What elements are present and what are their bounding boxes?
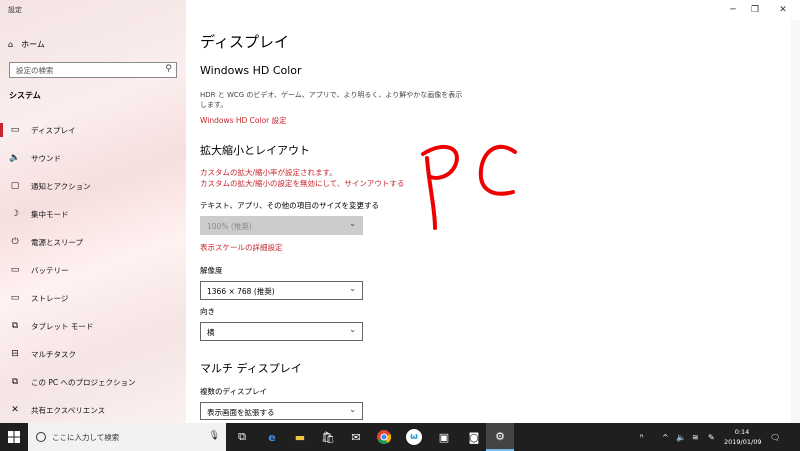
hd-color-settings-link[interactable]: Windows HD Color 設定	[200, 115, 287, 126]
tray-chevron-icon[interactable]: ^	[662, 423, 669, 451]
sidebar-list: ▭ ディスプレイ 🔈 サウンド ▢ 通知とアクション ☽ 集中モード ⏻ 電源とスリープ ▭ バッテリ…	[0, 116, 186, 424]
sidebar-item-label: ストレージ	[31, 293, 69, 303]
sidebar-item-power[interactable]: ⏻ 電源とスリープ	[0, 228, 186, 256]
search-placeholder: 設定の検索	[16, 66, 54, 75]
orientation-dropdown[interactable]: 横 ⌄	[200, 322, 363, 341]
resolution-label: 解像度	[200, 266, 223, 275]
main-content: ディスプレイ Windows HD Color HDR と WCG のビデオ、ゲ…	[200, 0, 790, 423]
sidebar-item-label: タブレット モード	[31, 321, 94, 331]
size-dropdown: 100% (推奨) ⌄	[200, 216, 363, 235]
windows-logo-icon	[8, 431, 20, 443]
sidebar-item-notification[interactable]: ▢ 通知とアクション	[0, 172, 186, 200]
sidebar-item-tablet[interactable]: ⧉ タブレット モード	[0, 312, 186, 340]
tablet-icon: ⧉	[11, 321, 19, 331]
scale-heading: 拡大縮小とレイアウト	[200, 144, 310, 157]
edge-icon[interactable]: e	[258, 423, 286, 451]
settings-search-input[interactable]: 設定の検索 ⚲	[9, 62, 177, 78]
multi-display-label: 複数のディスプレイ	[200, 387, 267, 396]
search-icon: ⚲	[165, 64, 172, 74]
display-icon: ▭	[10, 125, 20, 135]
sidebar-item-label: 共有エクスペリエンス	[31, 405, 106, 415]
settings-window: ⌂ ホーム 設定の検索 ⚲ システム ▭ ディスプレイ 🔈 サウンド ▢ 通知とアクション…	[0, 0, 800, 423]
sidebar-item-label: 電源とスリープ	[31, 237, 84, 247]
chrome-logo	[377, 430, 391, 444]
custom-scale-warning: カスタムの拡大/縮小率が設定されます。	[200, 168, 337, 177]
sidebar-item-multitask[interactable]: ⊟ マルチタスク	[0, 340, 186, 368]
clock-time: 0:14	[734, 428, 750, 436]
hd-color-heading: Windows HD Color	[200, 64, 302, 77]
app-swirl-icon[interactable]: ◙	[460, 423, 488, 451]
battery-icon: ▭	[10, 265, 20, 275]
window-title: 設定	[8, 6, 22, 14]
notification-icon: ▢	[10, 181, 20, 191]
taskbar-search-input[interactable]: ここに入力して検索 🎙	[28, 423, 226, 451]
clock-date: 2019/01/09	[724, 438, 762, 446]
mail-icon[interactable]: ✉	[342, 423, 370, 451]
sidebar-item-label: バッテリー	[31, 265, 69, 275]
microphone-icon[interactable]: 🎙	[209, 431, 220, 441]
handwritten-pc-annotation	[421, 144, 517, 230]
store-icon[interactable]: 🛍	[314, 423, 342, 451]
power-icon: ⏻	[11, 237, 19, 247]
advanced-scale-link[interactable]: 表示スケールの詳細設定	[200, 242, 283, 253]
resolution-value: 1366 × 768 (推奨)	[207, 287, 275, 296]
size-label: テキスト、アプリ、その他の項目のサイズを変更する	[200, 201, 379, 210]
sidebar-item-label: 通知とアクション	[31, 181, 91, 191]
storage-icon: ▭	[10, 293, 20, 303]
sidebar-item-battery[interactable]: ▭ バッテリー	[0, 256, 186, 284]
file-explorer-icon[interactable]: ▬	[286, 423, 314, 451]
sidebar-item-sound[interactable]: 🔈 サウンド	[0, 144, 186, 172]
resolution-dropdown[interactable]: 1366 × 768 (推奨) ⌄	[200, 281, 363, 300]
chrome-icon[interactable]	[370, 423, 398, 451]
app-w-icon[interactable]: ω	[400, 423, 428, 451]
sidebar-home[interactable]: ⌂ ホーム	[8, 36, 45, 52]
clock[interactable]: 0:14 2019/01/09	[724, 427, 762, 447]
settings-taskbar-icon[interactable]: ⚙	[486, 423, 514, 451]
taskbar-search-placeholder: ここに入力して検索	[52, 432, 120, 442]
sidebar-item-label: マルチタスク	[31, 349, 76, 359]
orientation-label: 向き	[200, 307, 215, 316]
volume-icon[interactable]: 🔈	[676, 423, 686, 451]
sidebar-item-display[interactable]: ▭ ディスプレイ	[0, 116, 186, 144]
people-icon[interactable]: ᴿ	[640, 423, 644, 451]
sidebar: ⌂ ホーム 設定の検索 ⚲ システム ▭ ディスプレイ 🔈 サウンド ▢ 通知とアクション…	[0, 0, 186, 423]
multitask-icon: ⊟	[11, 349, 19, 359]
moon-icon: ☽	[10, 209, 20, 219]
scrollbar[interactable]	[791, 20, 800, 423]
home-icon: ⌂	[8, 39, 14, 49]
pen-icon[interactable]: ✎	[708, 423, 715, 451]
sidebar-item-projection[interactable]: ⧉ この PC へのプロジェクション	[0, 368, 186, 396]
sidebar-item-label: サウンド	[31, 153, 61, 163]
chevron-down-icon: ⌄	[349, 219, 356, 228]
multi-display-dropdown[interactable]: 表示画面を拡張する ⌄	[200, 402, 363, 420]
chevron-down-icon: ⌄	[349, 284, 356, 293]
sidebar-item-label: 集中モード	[31, 209, 69, 219]
projection-icon: ⧉	[11, 377, 19, 387]
orientation-value: 横	[207, 328, 215, 337]
sidebar-item-label: この PC へのプロジェクション	[31, 377, 136, 387]
sidebar-section-title: システム	[9, 91, 41, 100]
sidebar-item-moon[interactable]: ☽ 集中モード	[0, 200, 186, 228]
sidebar-item-share[interactable]: ✕ 共有エクスペリエンス	[0, 396, 186, 424]
share-icon: ✕	[11, 405, 19, 415]
chevron-down-icon: ⌄	[349, 325, 356, 334]
start-button[interactable]	[0, 423, 28, 451]
taskbar: ここに入力して検索 🎙 ⧉ e ▬ 🛍 ✉ ω ▣ ◙ ⚙ ᴿ ^ 🔈 ≋ ✎ …	[0, 423, 800, 451]
sound-icon: 🔈	[9, 153, 21, 163]
multi-display-value: 表示画面を拡張する	[207, 408, 275, 417]
app-gray-icon[interactable]: ▣	[430, 423, 458, 451]
size-value: 100% (推奨)	[207, 222, 252, 231]
sidebar-item-label: ディスプレイ	[31, 125, 76, 135]
sidebar-item-storage[interactable]: ▭ ストレージ	[0, 284, 186, 312]
disable-custom-scale-link[interactable]: カスタムの拡大/縮小の設定を無効にして、サインアウトする	[200, 178, 404, 189]
sidebar-home-label: ホーム	[21, 39, 45, 49]
cortana-icon	[36, 432, 46, 442]
task-view-icon[interactable]: ⧉	[228, 423, 256, 451]
page-title: ディスプレイ	[200, 33, 289, 51]
chevron-down-icon: ⌄	[349, 405, 356, 414]
hd-color-description: HDR と WCG のビデオ、ゲーム、アプリで、より明るく、より鮮やかな画像を表…	[200, 91, 463, 109]
wifi-icon[interactable]: ≋	[692, 423, 699, 451]
multi-display-heading: マルチ ディスプレイ	[200, 362, 302, 375]
action-center-icon[interactable]: 🗨	[770, 423, 780, 451]
